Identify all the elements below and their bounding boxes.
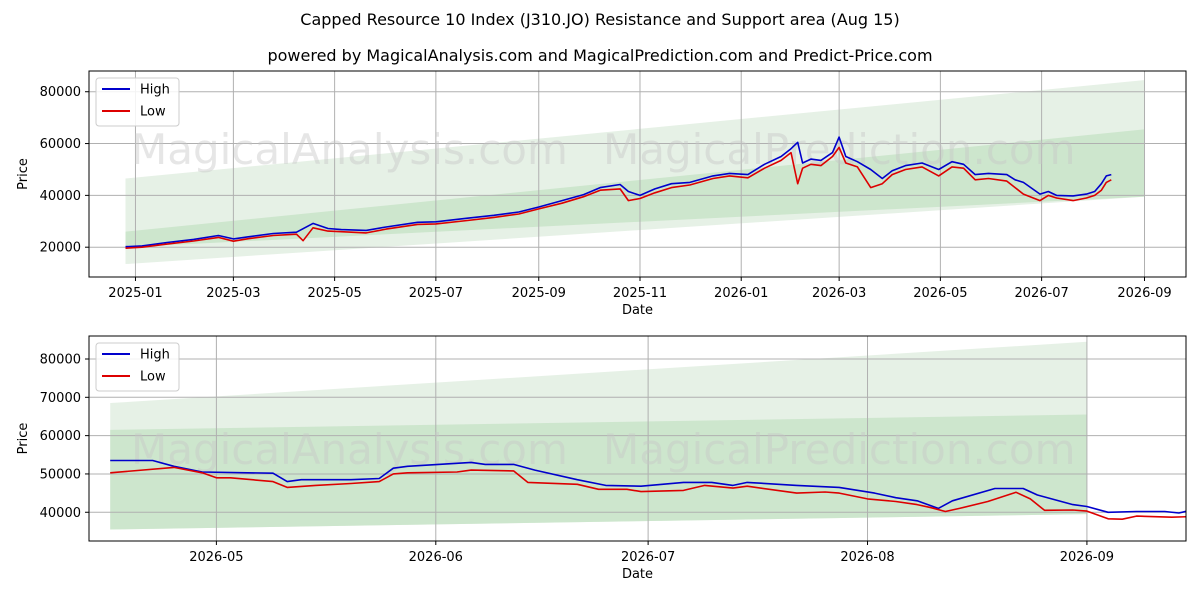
x-tick-label: 2026-01 (714, 286, 768, 301)
chart-panel-1: 2025-01 2025-03 2025-05 2025-07 2025-09 2025-… (16, 70, 1187, 318)
x-tick-label: 2025-03 (206, 286, 260, 301)
y-tick-label: 80000 (40, 352, 81, 367)
watermark-text: MagicalAnalysis.com (131, 125, 568, 174)
legend-label-high: High (140, 83, 170, 98)
x-tick-label: 2026-05 (913, 286, 967, 301)
x-tick-label: 2025-01 (108, 286, 162, 301)
y-tick-label: 40000 (40, 189, 81, 204)
y-tick-label: 20000 (40, 241, 81, 256)
x-tick-label: 2026-08 (840, 550, 894, 565)
legend-label-low: Low (140, 370, 166, 385)
x-tick-label: 2026-03 (812, 286, 866, 301)
x-tick-label: 2026-09 (1060, 550, 1114, 565)
watermark-text: MagicalAnalysis.com (131, 425, 568, 474)
x-axis-label: Date (622, 567, 653, 582)
x-tick-label: 2025-11 (613, 286, 667, 301)
legend: High Low (95, 77, 180, 127)
y-axis-label: Price (16, 158, 31, 190)
chart-panel-2: 2026-05 2026-06 2026-07 2026-08 2026-09 40000… (16, 335, 1187, 582)
legend: High Low (95, 342, 180, 392)
y-axis-label: Price (16, 423, 31, 455)
chart-canvas: 2025-01 2025-03 2025-05 2025-07 2025-09 2025-… (16, 70, 1187, 582)
x-tick-label: 2025-07 (409, 286, 463, 301)
x-tick-label: 2025-09 (512, 286, 566, 301)
x-tick-label: 2026-07 (1014, 286, 1068, 301)
y-tick-label: 60000 (40, 137, 81, 152)
x-axis-label: Date (622, 303, 653, 318)
x-tick-label: 2026-07 (621, 550, 675, 565)
y-tick-label: 80000 (40, 85, 81, 100)
legend-label-high: High (140, 348, 170, 363)
y-tick-label: 70000 (40, 391, 81, 406)
y-tick-label: 50000 (40, 467, 81, 482)
watermark-text: MagicalPrediction.com (603, 425, 1076, 474)
x-tick-label: 2026-09 (1117, 286, 1171, 301)
legend-label-low: Low (140, 105, 166, 120)
x-tick-label: 2026-05 (189, 550, 243, 565)
y-tick-label: 60000 (40, 429, 81, 444)
x-tick-label: 2025-05 (307, 286, 361, 301)
y-tick-label: 40000 (40, 506, 81, 521)
x-tick-label: 2026-06 (409, 550, 463, 565)
